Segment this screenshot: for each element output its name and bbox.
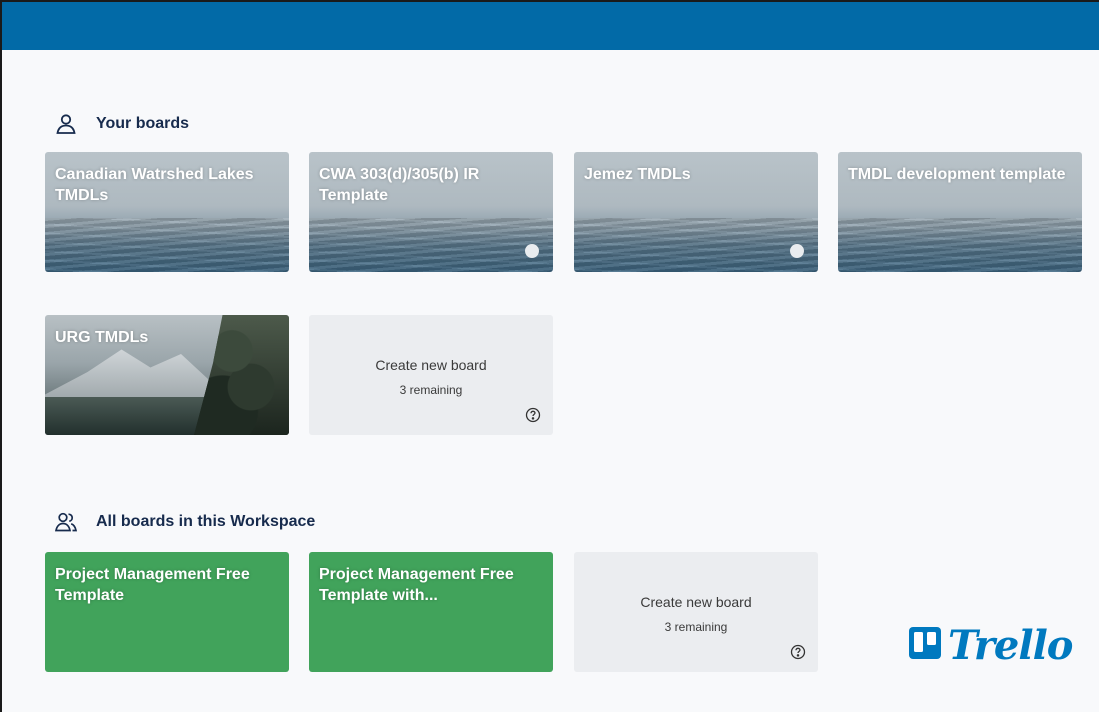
trello-logo: Trello [908,622,1073,669]
top-header-bar [2,2,1099,50]
create-new-workspace-board-tile[interactable]: Create new board 3 remaining [574,552,818,672]
create-board-label: Create new board [640,594,752,610]
board-tile-project-management-with[interactable]: Project Management Free Template with... [309,552,553,672]
board-title: Canadian Watrshed Lakes TMDLs [55,166,254,204]
app-frame: Your boards Canadian Watrshed Lakes TMDL… [0,0,1099,712]
trello-board-icon [908,626,942,665]
board-tile-urg[interactable]: URG TMDLs [45,315,289,435]
activity-indicator-dot [525,244,539,258]
boards-remaining-count: 3 remaining [399,383,463,397]
board-tile-canadian-watrshed[interactable]: Canadian Watrshed Lakes TMDLs [45,152,289,272]
people-icon [54,510,78,534]
board-tile-cwa-template[interactable]: CWA 303(d)/305(b) IR Template [309,152,553,272]
board-tile-project-management[interactable]: Project Management Free Template [45,552,289,672]
your-boards-heading: Your boards [54,112,189,136]
board-title: CWA 303(d)/305(b) IR Template [319,166,480,204]
workspace-boards-heading: All boards in this Workspace [54,510,315,534]
activity-indicator-dot [790,244,804,258]
person-icon [54,112,78,136]
trello-wordmark: Trello [948,622,1073,669]
board-tile-jemez[interactable]: Jemez TMDLs [574,152,818,272]
create-board-label: Create new board [375,357,487,373]
help-circle-icon[interactable] [790,644,806,660]
workspace-boards-title: All boards in this Workspace [96,513,316,530]
create-new-board-tile[interactable]: Create new board 3 remaining [309,315,553,435]
board-tile-tmdl-development[interactable]: TMDL development template [838,152,1082,272]
board-title: Project Management Free Template [55,566,250,604]
boards-remaining-count: 3 remaining [664,620,728,634]
help-circle-icon[interactable] [525,407,541,423]
board-title: TMDL development template [848,166,1066,183]
board-title: URG TMDLs [55,329,149,346]
board-title: Jemez TMDLs [584,166,691,183]
board-title: Project Management Free Template with... [319,566,514,604]
your-boards-title: Your boards [96,115,190,132]
